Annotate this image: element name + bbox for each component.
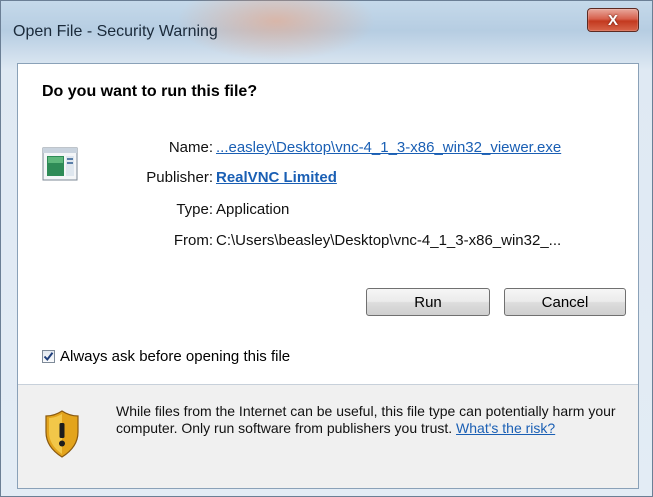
question-heading: Do you want to run this file? [42, 83, 258, 100]
publisher-link[interactable]: RealVNC Limited [216, 169, 337, 186]
always-ask-checkbox[interactable] [42, 350, 55, 363]
close-icon: X [607, 11, 618, 29]
publisher-row: Publisher: RealVNC Limited [18, 169, 638, 189]
name-row: Name: ...easley\Desktop\vnc-4_1_3-x86_wi… [18, 139, 638, 159]
dialog-window: Open File - Security Warning X Do you wa… [0, 0, 653, 497]
from-label: From: [173, 232, 213, 249]
warning-message: While files from the Internet can be use… [116, 403, 616, 437]
checkmark-icon [43, 352, 54, 362]
file-name-link[interactable]: ...easley\Desktop\vnc-4_1_3-x86_win32_vi… [216, 139, 561, 156]
type-value: Application [216, 201, 290, 218]
always-ask-option[interactable]: Always ask before opening this file [42, 348, 290, 365]
type-row: Type: Application [18, 201, 638, 221]
type-label: Type: [176, 201, 213, 218]
whats-the-risk-link[interactable]: What's the risk? [456, 420, 555, 436]
security-shield-warning-icon [45, 410, 79, 458]
from-row: From: C:\Users\beasley\Desktop\vnc-4_1_3… [18, 232, 638, 252]
cancel-button[interactable]: Cancel [504, 288, 626, 316]
run-button[interactable]: Run [366, 288, 490, 316]
name-label: Name: [168, 139, 213, 156]
from-value: C:\Users\beasley\Desktop\vnc-4_1_3-x86_w… [216, 232, 562, 249]
close-button[interactable]: X [587, 8, 639, 32]
window-title: Open File - Security Warning [13, 23, 218, 40]
warning-footer: While files from the Internet can be use… [18, 385, 638, 488]
always-ask-label: Always ask before opening this file [60, 348, 291, 365]
dialog-content: Do you want to run this file? Name: ...e… [17, 63, 639, 489]
publisher-label: Publisher: [146, 169, 213, 186]
